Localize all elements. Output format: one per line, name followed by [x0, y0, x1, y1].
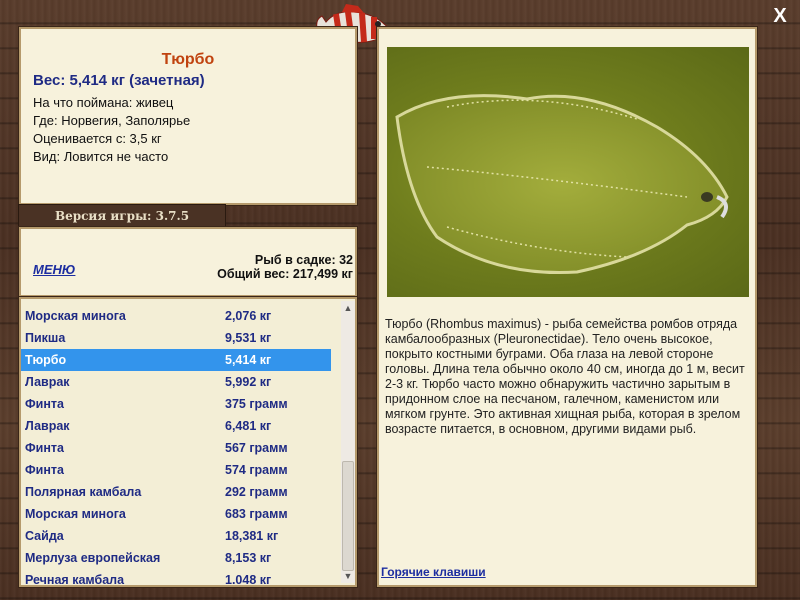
fish-list-item-name: Пикша [25, 331, 66, 345]
fish-list-item[interactable]: Тюрбо 5,414 кг [21, 349, 331, 371]
menu-button[interactable]: МЕНЮ [33, 262, 75, 277]
close-icon: X [773, 5, 787, 27]
fish-list-item-name: Морская минога [25, 507, 126, 521]
fish-list: Морская минога 2,076 кг Пикша 9,531 кг Тюрбо… [21, 305, 331, 591]
fish-list-item-name: Тюрбо [25, 353, 67, 367]
fish-list-item-weight: 8,153 кг [225, 551, 272, 565]
fish-list-item-weight: 2,076 кг [225, 309, 272, 323]
fish-list-item-name: Сайда [25, 529, 64, 543]
fish-weight: Вес: 5,414 кг (зачетная) [33, 72, 205, 89]
hotkeys-link[interactable]: Горячие клавиши [381, 565, 486, 579]
fish-list-item-weight: 6,481 кг [225, 419, 272, 433]
fish-list-item-weight: 574 грамм [225, 463, 288, 477]
fish-list-item-weight: 5,414 кг [225, 353, 272, 367]
fish-detail-panel: Тюрбо (Rhombus maximus) - рыба семейства… [376, 26, 758, 588]
fish-list-item[interactable]: Речная камбала 1.048 кг [21, 569, 331, 591]
fish-count: Рыб в садке: 32 [254, 253, 353, 267]
arrow-down-icon[interactable]: ▼ [341, 569, 355, 583]
fish-list-item[interactable]: Лаврак 5,992 кг [21, 371, 331, 393]
close-button[interactable]: X [770, 6, 790, 26]
rarity-info: Вид: Ловится не часто [33, 149, 169, 164]
game-version: Версия игры: 3.7.5 [18, 204, 226, 228]
fish-list-item-weight: 567 грамм [225, 441, 288, 455]
fish-description: Тюрбо (Rhombus maximus) - рыба семейства… [385, 317, 745, 436]
fish-list-item[interactable]: Финта 375 грамм [21, 393, 331, 415]
fish-list-item-weight: 5,992 кг [225, 375, 272, 389]
fish-list-item[interactable]: Сайда 18,381 кг [21, 525, 331, 547]
catch-summary-panel: МЕНЮ Рыб в садке: 32 Общий вес: 217,499 … [18, 226, 358, 298]
fish-list-item[interactable]: Финта 567 грамм [21, 437, 331, 459]
bait-info: На что поймана: живец [33, 95, 174, 110]
fish-info-panel: Тюрбо Вес: 5,414 кг (зачетная) На что по… [18, 26, 358, 206]
rating-info: Оценивается с: 3,5 кг [33, 131, 162, 146]
fish-list-item[interactable]: Мерлуза европейская 8,153 кг [21, 547, 331, 569]
fish-title: Тюрбо [161, 51, 215, 68]
fish-list-item[interactable]: Морская минога 683 грамм [21, 503, 331, 525]
location-info: Где: Норвегия, Заполярье [33, 113, 191, 128]
fish-photo [387, 47, 749, 297]
fish-list-item-name: Лаврак [25, 419, 70, 433]
fish-list-item-weight: 683 грамм [225, 507, 288, 521]
scroll-thumb[interactable] [342, 461, 354, 571]
fish-list-item-name: Морская минога [25, 309, 126, 323]
total-weight: Общий вес: 217,499 кг [217, 267, 353, 281]
fish-list-item[interactable]: Полярная камбала 292 грамм [21, 481, 331, 503]
fish-list-item-weight: 292 грамм [225, 485, 288, 499]
fish-list-item-name: Речная камбала [25, 573, 125, 587]
fish-list-item[interactable]: Лаврак 6,481 кг [21, 415, 331, 437]
fish-list-item-weight: 375 грамм [225, 397, 288, 411]
fish-list-item-name: Финта [25, 397, 64, 411]
fish-list-item-name: Финта [25, 463, 64, 477]
fish-list-item-name: Мерлуза европейская [25, 551, 161, 565]
fish-list-item-name: Полярная камбала [25, 485, 142, 499]
fish-list-item-weight: 1.048 кг [225, 573, 272, 587]
fish-list-item-name: Лаврак [25, 375, 70, 389]
list-scrollbar[interactable]: ▲ ▼ [341, 301, 355, 583]
fish-list-item-name: Финта [25, 441, 64, 455]
fish-list-panel: Морская минога 2,076 кг Пикша 9,531 кг Тюрбо… [18, 296, 358, 588]
arrow-up-icon[interactable]: ▲ [341, 301, 355, 315]
fish-list-item[interactable]: Финта 574 грамм [21, 459, 331, 481]
fish-list-item[interactable]: Морская минога 2,076 кг [21, 305, 331, 327]
fish-list-item-weight: 9,531 кг [225, 331, 272, 345]
fish-list-item-weight: 18,381 кг [225, 529, 279, 543]
fish-list-item[interactable]: Пикша 9,531 кг [21, 327, 331, 349]
